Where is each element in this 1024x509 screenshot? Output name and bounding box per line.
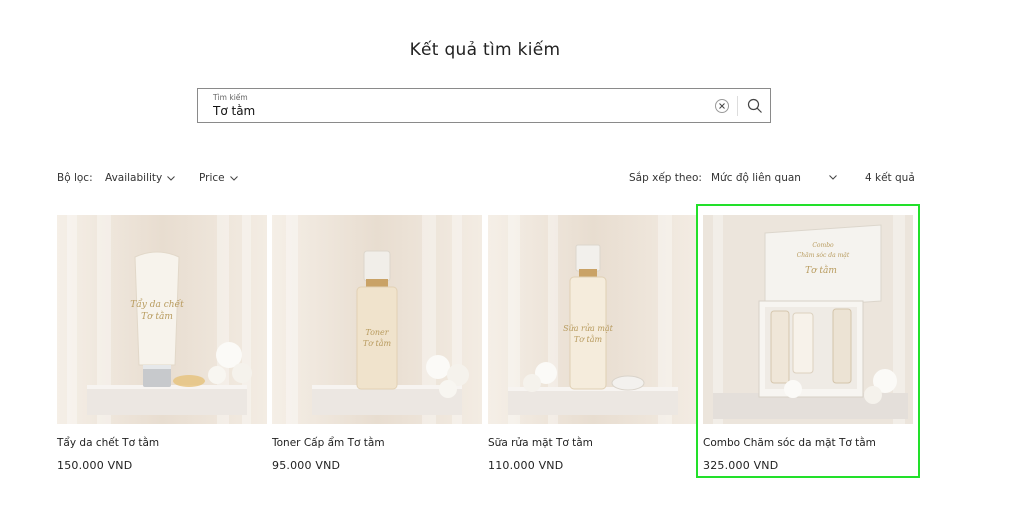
svg-text:Tơ tằm: Tơ tằm (363, 339, 392, 348)
product-price: 95.000 VND (272, 459, 341, 472)
filter-label: Bộ lọc: (57, 172, 93, 184)
product-card[interactable]: Sữa rửa mặt Tơ tằm Sữa rửa mặt Tơ tằm 11… (488, 215, 698, 472)
clear-search-button[interactable] (715, 99, 729, 113)
selected-product-highlight (696, 204, 920, 478)
search-box[interactable]: Tìm kiếm (197, 88, 771, 123)
sort-label: Sắp xếp theo: (629, 172, 702, 184)
svg-text:Tẩy da chết: Tẩy da chết (130, 298, 184, 310)
svg-text:Sữa rửa mặt: Sữa rửa mặt (563, 324, 614, 333)
search-divider (737, 96, 738, 116)
svg-text:Toner: Toner (365, 328, 389, 337)
chevron-down-icon[interactable] (829, 175, 837, 180)
product-name[interactable]: Toner Cấp ẩm Tơ tằm (272, 437, 482, 449)
product-name[interactable]: Tẩy da chết Tơ tằm (57, 437, 267, 449)
chevron-down-icon (229, 175, 238, 181)
product-name[interactable]: Sữa rửa mặt Tơ tằm (488, 437, 698, 449)
search-label: Tìm kiếm (213, 93, 248, 102)
search-input[interactable] (213, 104, 693, 118)
sort-select[interactable]: Mức độ liên quan (711, 172, 801, 184)
product-image[interactable]: Toner Tơ tằm (272, 215, 482, 424)
search-icon (747, 98, 762, 113)
svg-text:Tơ tằm: Tơ tằm (141, 310, 173, 322)
page-title: Kết quả tìm kiếm (409, 40, 561, 60)
product-image[interactable]: Tẩy da chết Tơ tằm (57, 215, 267, 424)
product-price: 110.000 VND (488, 459, 564, 472)
svg-text:Tơ tằm: Tơ tằm (574, 335, 603, 344)
product-card[interactable]: Toner Tơ tằm Toner Cấp ẩm Tơ tằm 95.000 … (272, 215, 482, 472)
search-button[interactable] (746, 97, 764, 115)
price-filter-label: Price (199, 172, 225, 184)
availability-filter[interactable]: Availability (105, 172, 176, 184)
product-card[interactable]: Tẩy da chết Tơ tằm Tẩy da chết Tơ tằm 15… (57, 215, 267, 472)
chevron-down-icon (167, 175, 176, 181)
product-image[interactable]: Sữa rửa mặt Tơ tằm (488, 215, 698, 424)
clear-icon (719, 103, 725, 109)
result-count: 4 kết quả (865, 172, 915, 184)
availability-filter-label: Availability (105, 172, 163, 184)
product-price: 150.000 VND (57, 459, 133, 472)
price-filter[interactable]: Price (199, 172, 238, 184)
